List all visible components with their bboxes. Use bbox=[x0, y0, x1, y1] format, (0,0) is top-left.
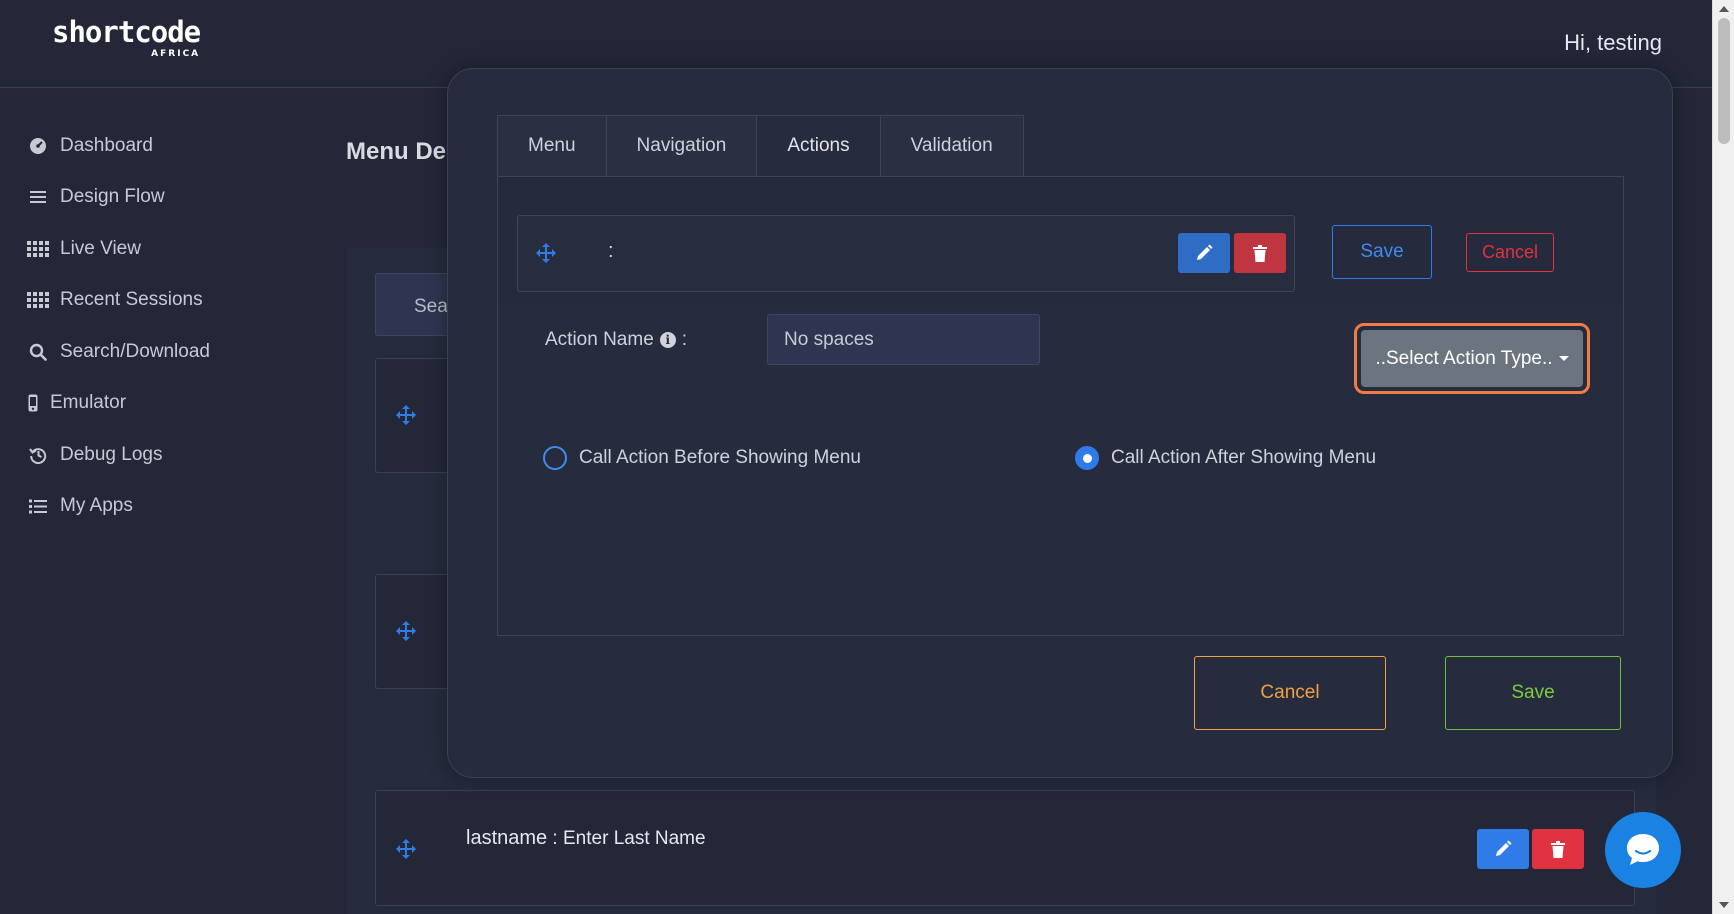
sidebar-item-search-download[interactable]: Search/Download bbox=[0, 326, 300, 378]
grid-icon bbox=[27, 289, 49, 311]
row-actions bbox=[1477, 829, 1584, 869]
logo-text: shortcode bbox=[52, 15, 201, 49]
sidebar-item-debug-logs[interactable]: Debug Logs bbox=[0, 429, 300, 481]
card-actions bbox=[1178, 233, 1286, 273]
sidebar: Dashboard Design Flow Live View Recent S… bbox=[0, 120, 300, 532]
sidebar-item-label: Recent Sessions bbox=[60, 289, 203, 311]
scroll-up-arrow-icon[interactable] bbox=[1719, 6, 1729, 12]
sidebar-item-dashboard[interactable]: Dashboard bbox=[0, 120, 300, 172]
chat-icon bbox=[1627, 834, 1659, 865]
action-card: : bbox=[517, 215, 1295, 292]
trash-icon bbox=[1253, 244, 1267, 262]
radio-after[interactable] bbox=[1075, 446, 1099, 470]
action-name-input[interactable]: No spaces bbox=[767, 314, 1040, 365]
scrollbar-thumb[interactable] bbox=[1718, 18, 1730, 144]
row-text: Enter Last Name bbox=[563, 828, 706, 849]
scroll-down-arrow-icon[interactable] bbox=[1719, 902, 1729, 908]
action-name-label: Action Name bbox=[545, 329, 654, 350]
sidebar-item-emulator[interactable]: Emulator bbox=[0, 378, 300, 430]
grid-icon bbox=[27, 238, 49, 260]
logo-subtext: AFRICA bbox=[151, 49, 201, 59]
edit-button[interactable] bbox=[1178, 233, 1230, 273]
radio-dot bbox=[1082, 453, 1092, 463]
modal-tabs: Menu Navigation Actions Validation bbox=[497, 115, 1024, 177]
radio-after-label: Call Action After Showing Menu bbox=[1111, 447, 1377, 468]
radio-before-option[interactable]: Call Action Before Showing Menu bbox=[543, 446, 861, 470]
tab-menu[interactable]: Menu bbox=[497, 115, 607, 177]
sidebar-item-my-apps[interactable]: My Apps bbox=[0, 481, 300, 533]
sidebar-item-label: Search/Download bbox=[60, 340, 210, 362]
sidebar-item-label: Emulator bbox=[50, 392, 127, 414]
phone-icon bbox=[27, 392, 39, 414]
info-icon[interactable]: i bbox=[659, 332, 676, 348]
action-type-label: ..Select Action Type.. bbox=[1375, 347, 1553, 369]
history-icon bbox=[27, 444, 49, 466]
save-action-button[interactable]: Save bbox=[1332, 225, 1432, 279]
move-icon[interactable] bbox=[536, 243, 556, 268]
radio-after-option[interactable]: Call Action After Showing Menu bbox=[1075, 446, 1376, 470]
move-icon[interactable] bbox=[396, 621, 416, 646]
page-scrollbar[interactable] bbox=[1712, 0, 1734, 914]
tab-validation[interactable]: Validation bbox=[879, 115, 1024, 177]
sidebar-item-label: Live View bbox=[60, 237, 141, 259]
user-greeting[interactable]: Hi, testing bbox=[1564, 30, 1662, 56]
page-title: Menu Des bbox=[346, 138, 460, 165]
action-card-text: : bbox=[608, 240, 614, 262]
pencil-icon bbox=[1197, 244, 1213, 260]
action-type-dropdown[interactable]: ..Select Action Type.. bbox=[1361, 330, 1583, 387]
chat-button[interactable] bbox=[1605, 812, 1681, 888]
sidebar-item-design-flow[interactable]: Design Flow bbox=[0, 172, 300, 224]
search-icon bbox=[27, 341, 49, 363]
sidebar-item-live-view[interactable]: Live View bbox=[0, 223, 300, 275]
modal-cancel-button[interactable]: Cancel bbox=[1194, 656, 1386, 730]
action-type-select-focus: ..Select Action Type.. bbox=[1354, 323, 1590, 394]
shortcode-logo[interactable]: shortcode AFRICA bbox=[52, 15, 201, 60]
dashboard-icon bbox=[27, 135, 49, 157]
actions-panel: : Save Cancel Action Name i : No spaces bbox=[497, 176, 1624, 636]
sidebar-item-label: Dashboard bbox=[60, 134, 153, 156]
pencil-icon bbox=[1496, 840, 1512, 856]
row-name: lastname bbox=[466, 827, 548, 849]
tab-actions[interactable]: Actions bbox=[756, 115, 881, 177]
action-name-row: Action Name i : bbox=[545, 329, 687, 351]
tab-navigation[interactable]: Navigation bbox=[605, 115, 758, 177]
sidebar-item-label: Design Flow bbox=[60, 186, 165, 208]
move-icon[interactable] bbox=[396, 405, 416, 430]
action-name-suffix: : bbox=[681, 329, 688, 350]
list-item: lastname : Enter Last Name bbox=[375, 790, 1635, 906]
caret-down-icon bbox=[1558, 356, 1569, 361]
action-modal: Menu Navigation Actions Validation : Sav… bbox=[447, 68, 1673, 778]
trash-icon bbox=[1551, 840, 1565, 858]
list-icon bbox=[27, 495, 49, 517]
row-separator: : bbox=[547, 828, 563, 849]
sidebar-item-label: My Apps bbox=[60, 495, 133, 517]
move-icon[interactable] bbox=[396, 839, 416, 864]
cancel-action-button[interactable]: Cancel bbox=[1466, 233, 1554, 272]
sidebar-item-recent-sessions[interactable]: Recent Sessions bbox=[0, 275, 300, 327]
action-header: : Save Cancel bbox=[498, 177, 1623, 305]
radio-before-label: Call Action Before Showing Menu bbox=[579, 447, 861, 468]
edit-button[interactable] bbox=[1477, 829, 1529, 869]
modal-save-button[interactable]: Save bbox=[1445, 656, 1621, 730]
sidebar-item-label: Debug Logs bbox=[60, 443, 163, 465]
menu-icon bbox=[27, 186, 49, 208]
radio-before[interactable] bbox=[543, 446, 567, 470]
row-label: lastname : Enter Last Name bbox=[466, 827, 706, 850]
delete-button[interactable] bbox=[1532, 829, 1584, 869]
delete-button[interactable] bbox=[1234, 233, 1286, 273]
